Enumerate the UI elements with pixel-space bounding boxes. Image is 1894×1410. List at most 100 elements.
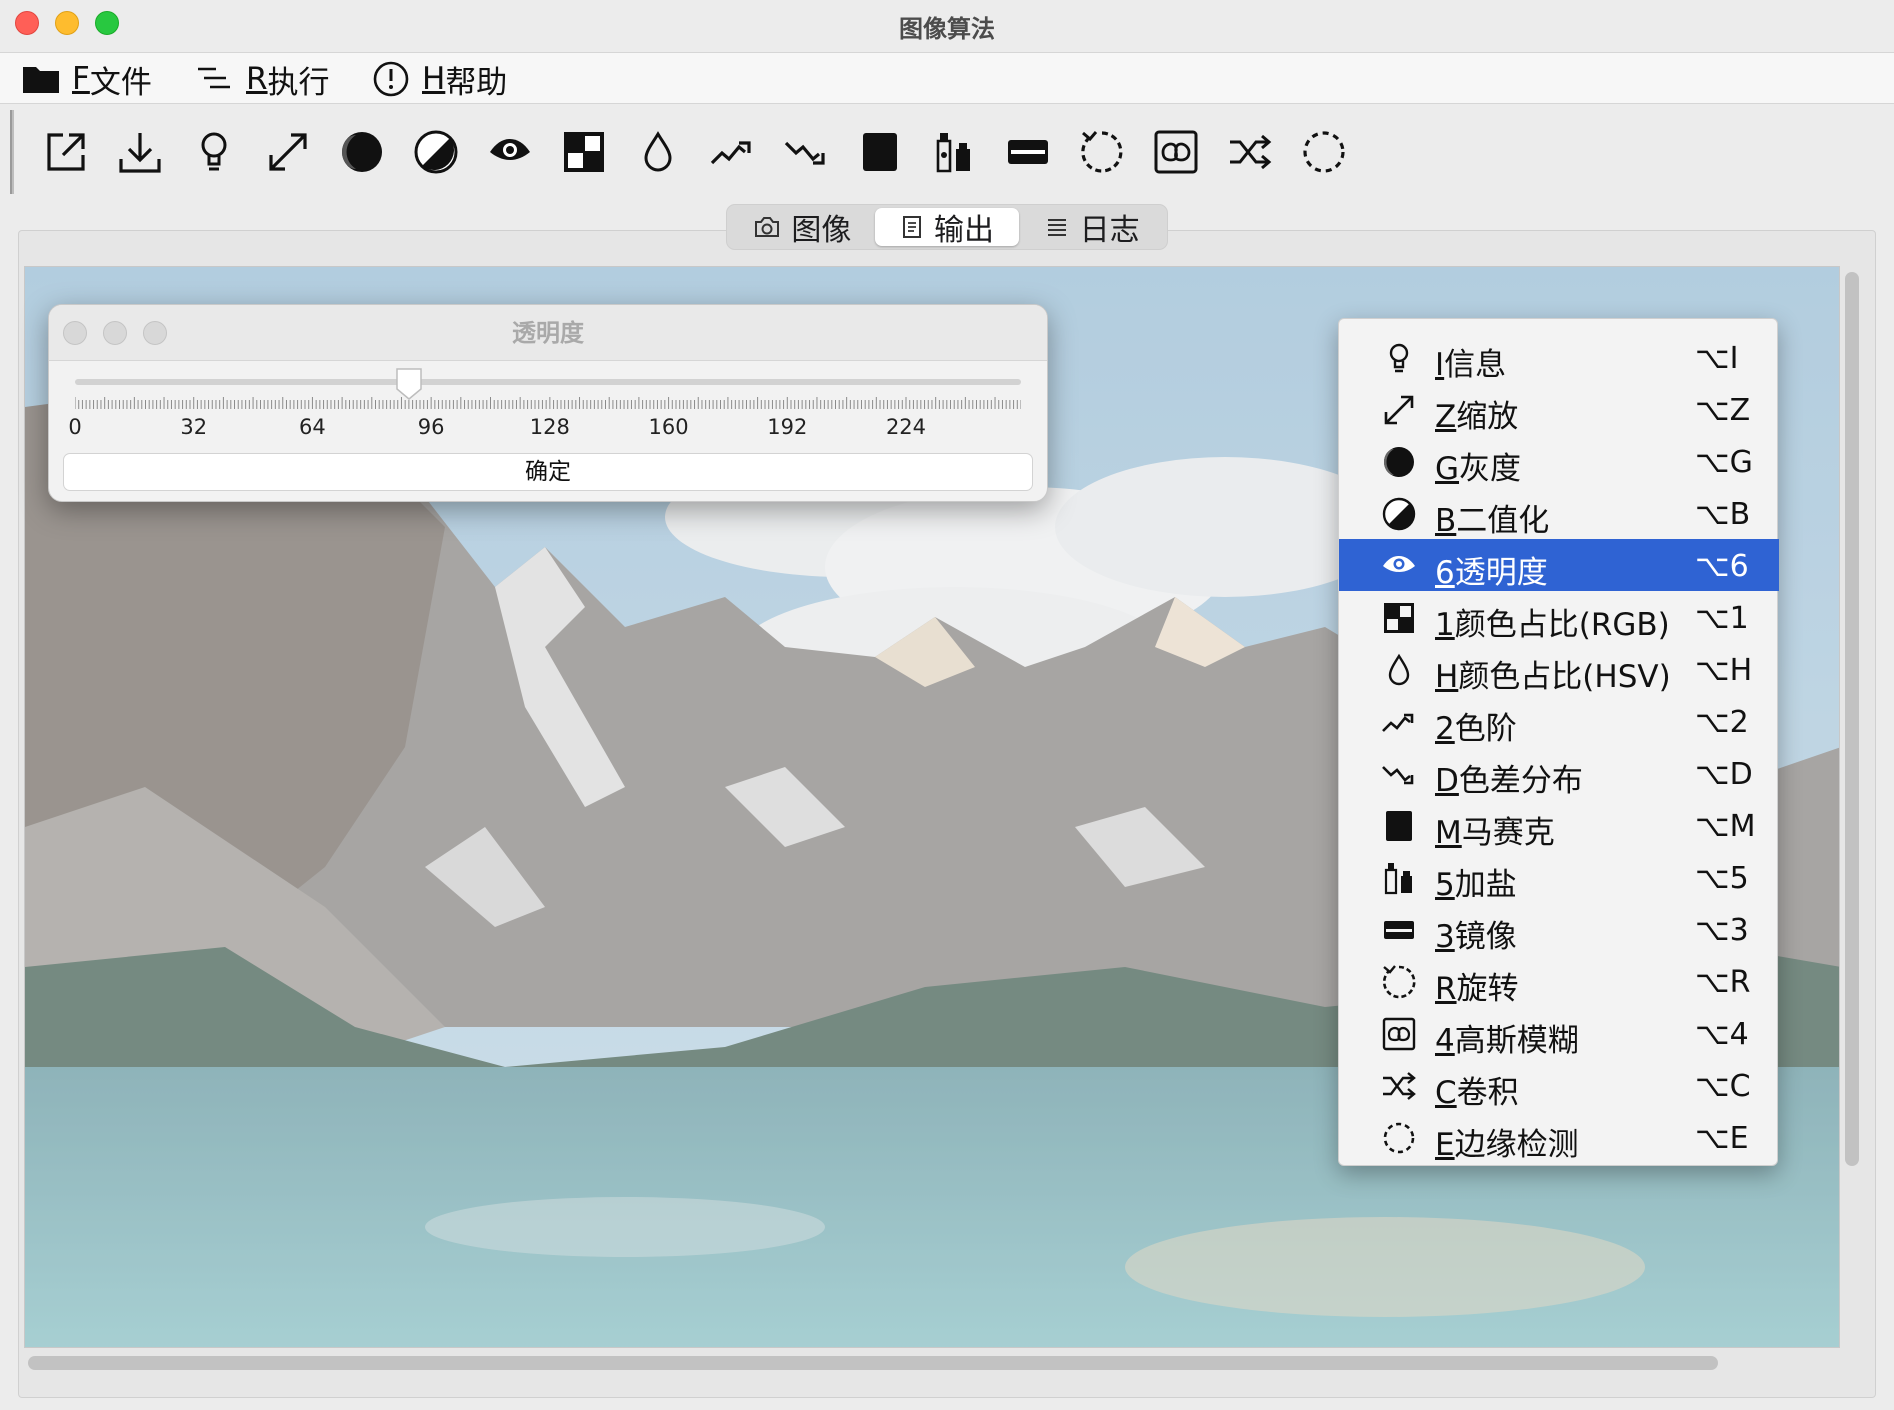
export-icon[interactable] [40,126,92,178]
confirm-button[interactable]: 确定 [63,453,1033,491]
transparency-slider-track[interactable] [75,379,1021,385]
horizontal-scrollbar[interactable] [28,1356,1718,1370]
shuffle-icon [1381,1068,1417,1104]
slider-ticks [75,397,1021,409]
context-menu-item[interactable]: R旋转 ⌥R [1339,955,1779,1007]
context-menu-item[interactable]: G灰度 ⌥G [1339,435,1779,487]
context-menu-item-shortcut: ⌥B [1695,497,1751,532]
context-menu-item-text: 灰度 [1459,451,1522,487]
context-menu-item[interactable]: B二值化 ⌥B [1339,487,1779,539]
tab-output[interactable]: 输出 [874,208,1020,248]
context-menu-item[interactable]: 6透明度 ⌥6 [1339,539,1779,591]
binarize-icon[interactable] [410,126,462,178]
salt-icon[interactable] [928,126,980,178]
context-menu-item-shortcut: ⌥C [1695,1069,1751,1104]
tab-output-label: 输出 [934,213,994,248]
context-menu-item[interactable]: H颜色占比(HSV) ⌥H [1339,643,1779,695]
context-menu-item-label: H颜色占比(HSV) [1435,651,1671,696]
context-menu-item[interactable]: C卷积 ⌥C [1339,1059,1779,1111]
context-menu-item-key: M [1435,815,1462,851]
context-menu-item-text: 高斯模糊 [1454,1023,1579,1059]
context-menu-item[interactable]: 3镜像 ⌥3 [1339,903,1779,955]
salt-icon [1381,860,1417,896]
context-menu-item-shortcut: ⌥6 [1695,549,1749,584]
vertical-scrollbar[interactable] [1845,272,1859,1166]
list-icon [1047,219,1066,236]
context-menu-item[interactable]: Z缩放 ⌥Z [1339,383,1779,435]
context-menu-item-label: C卷积 [1435,1067,1519,1112]
context-menu-item-text: 色阶 [1454,711,1517,747]
toolbar-grip[interactable] [10,110,14,194]
context-menu-item-shortcut: ⌥4 [1695,1017,1749,1052]
drop-icon[interactable] [632,126,684,178]
context-menu-item-shortcut: ⌥2 [1695,705,1749,740]
context-menu-item[interactable]: 4高斯模糊 ⌥4 [1339,1007,1779,1059]
blur-icon[interactable] [1150,126,1202,178]
context-menu-item-key: H [1435,659,1459,695]
context-menu-item-label: R旋转 [1435,963,1519,1008]
trend-down-icon[interactable] [780,126,832,178]
context-menu-item-label: D色差分布 [1435,755,1583,800]
context-menu-item-shortcut: ⌥Z [1695,393,1751,428]
context-menu-item-label: Z缩放 [1435,391,1518,436]
tab-image[interactable]: 图像 [730,208,875,248]
context-menu-item-text: 卷积 [1456,1075,1519,1111]
transparency-slider-thumb[interactable] [394,367,424,401]
mirror-icon[interactable] [1002,126,1054,178]
tab-log[interactable]: 日志 [1019,208,1164,248]
context-menu-item-key: G [1435,451,1460,487]
context-menu-item-label: 5加盐 [1435,859,1517,904]
dialog-close-button[interactable] [63,321,87,345]
context-menu-item-shortcut: ⌥1 [1695,601,1749,636]
context-menu-item[interactable]: D色差分布 ⌥D [1339,747,1779,799]
alert-circle-icon [373,61,409,97]
context-menu-item-label: 2色阶 [1435,703,1517,748]
lightbulb-icon[interactable] [188,126,240,178]
edge-icon[interactable] [1298,126,1350,178]
context-menu-item-shortcut: ⌥I [1695,341,1739,376]
shuffle-icon[interactable] [1224,126,1276,178]
context-menu-item[interactable]: 2色阶 ⌥2 [1339,695,1779,747]
menu-run[interactable]: R 执行 [196,59,330,101]
context-menu-item[interactable]: E边缘检测 ⌥E [1339,1111,1779,1163]
operations-context-menu: I信息 ⌥I Z缩放 ⌥Z G灰度 ⌥G B二值化 ⌥B 6透明度 ⌥6 1颜色占比(RGB) ⌥1 H… [1338,318,1779,1166]
grid-icon[interactable] [558,126,610,178]
mosaic-icon[interactable] [854,126,906,178]
edge-icon [1381,1120,1417,1156]
grid-icon [1381,600,1417,636]
indent-list-icon [198,67,230,89]
rotate-icon[interactable] [1076,126,1128,178]
context-menu-item-shortcut: ⌥M [1695,809,1756,844]
menu-file[interactable]: F 文件 [22,59,152,101]
lightbulb-icon [1381,340,1417,376]
context-menu-item-key: 1 [1435,607,1455,643]
resize-icon[interactable] [262,126,314,178]
rotate-icon [1381,964,1417,1000]
grayscale-icon[interactable] [336,126,388,178]
context-menu-item-text: 加盐 [1454,867,1517,903]
window-title: 图像算法 [899,15,995,43]
context-menu-item-label: G灰度 [1435,443,1521,488]
dialog-minimize-button[interactable] [103,321,127,345]
context-menu-item-label: 1颜色占比(RGB) [1435,599,1670,644]
slider-tick-label: 96 [417,415,445,439]
context-menu-item-text: 马赛克 [1461,815,1555,851]
dialog-zoom-button[interactable] [143,321,167,345]
context-menu-item-label: E边缘检测 [1435,1119,1579,1164]
tab-image-label: 图像 [791,213,852,248]
context-menu-item[interactable]: 1颜色占比(RGB) ⌥1 [1339,591,1779,643]
context-menu-item[interactable]: 5加盐 ⌥5 [1339,851,1779,903]
trend-down-icon [1381,756,1417,792]
context-menu-item[interactable]: I信息 ⌥I [1339,331,1779,383]
context-menu-item-key: B [1435,503,1457,539]
trend-up-icon[interactable] [706,126,758,178]
blur-icon [1381,1016,1417,1052]
context-menu-item-label: I信息 [1435,339,1506,384]
eye-icon[interactable] [484,126,536,178]
context-menu-item-label: M马赛克 [1435,807,1555,852]
download-icon[interactable] [114,126,166,178]
context-menu-item-text: 旋转 [1456,971,1519,1007]
slider-tick-label: 224 [885,415,927,439]
menu-help[interactable]: H 帮助 [372,59,507,101]
context-menu-item[interactable]: M马赛克 ⌥M [1339,799,1779,851]
